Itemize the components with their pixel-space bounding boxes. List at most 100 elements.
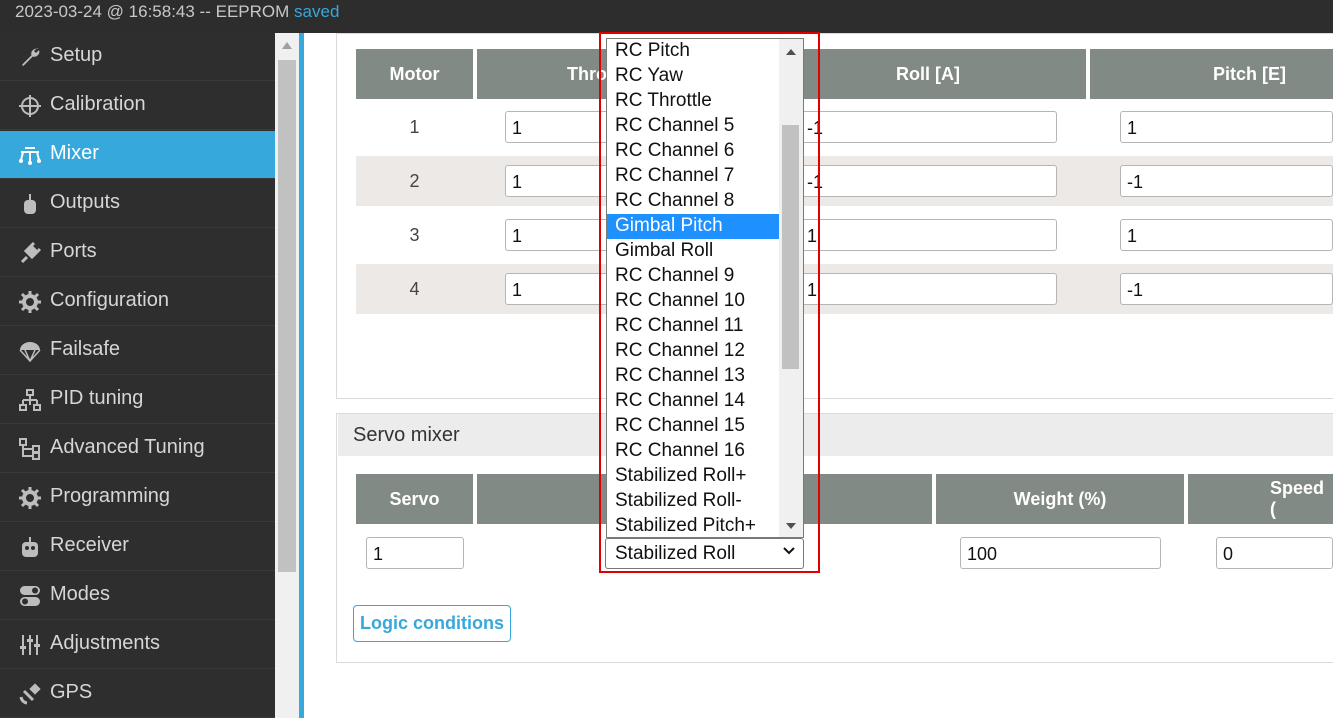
dropdown-option[interactable]: Stabilized Roll- xyxy=(607,489,779,514)
sidebar-item-adjustments[interactable]: Adjustments xyxy=(0,621,275,669)
sidebar-item-label: PID tuning xyxy=(50,387,144,409)
sidebar-item-label: Outputs xyxy=(50,191,121,213)
dropdown-option[interactable]: RC Channel 5 xyxy=(607,114,779,139)
status-saved: saved xyxy=(294,2,340,21)
mixer-icon xyxy=(19,147,41,165)
pitch-input[interactable]: -1 xyxy=(1120,165,1333,197)
motor-number: 4 xyxy=(409,279,420,299)
sidebar-item-label: Ports xyxy=(50,240,97,262)
pitch-input[interactable]: -1 xyxy=(1120,273,1333,305)
sidebar: Setup Calibration Mixer Outputs Ports Co… xyxy=(0,33,275,718)
dropdown-option[interactable]: RC Channel 13 xyxy=(607,364,779,389)
sidebar-item-modes[interactable]: Modes xyxy=(0,572,275,620)
sidebar-item-label: Receiver xyxy=(50,534,129,556)
crosshair-icon xyxy=(19,95,41,117)
gear-icon xyxy=(19,487,41,509)
flow-icon xyxy=(19,438,40,460)
sidebar-item-mixer[interactable]: Mixer xyxy=(0,131,275,179)
dropdown-option[interactable]: RC Channel 8 xyxy=(607,189,779,214)
sidebar-item-configuration[interactable]: Configuration xyxy=(0,278,275,326)
speed-col-header: Speed ( xyxy=(1188,474,1333,524)
page-scrollbar[interactable] xyxy=(275,33,299,718)
dropdown-option[interactable]: RC Channel 11 xyxy=(607,314,779,339)
logic-conditions-button[interactable]: Logic conditions xyxy=(353,605,511,642)
dropdown-scrollbar-thumb[interactable] xyxy=(782,125,799,369)
toggle-icon xyxy=(20,586,40,606)
dropdown-option[interactable]: RC Channel 16 xyxy=(607,439,779,464)
tree-icon xyxy=(19,389,41,411)
dropdown-option[interactable]: Stabilized Roll+ xyxy=(607,464,779,489)
plug-icon xyxy=(20,242,41,264)
scrollbar-thumb[interactable] xyxy=(278,60,296,572)
dropdown-option[interactable]: RC Pitch xyxy=(607,39,779,64)
sidebar-item-receiver[interactable]: Receiver xyxy=(0,523,275,571)
roll-input[interactable]: 1 xyxy=(800,273,1057,305)
dropdown-option[interactable]: Stabilized Pitch+ xyxy=(607,514,779,537)
pitch-col-header: Pitch [E] xyxy=(1090,49,1333,99)
servo-mixer-title: Servo mixer xyxy=(338,414,1333,456)
roll-col-header: Roll [A] xyxy=(770,49,1086,99)
dropdown-option[interactable]: RC Yaw xyxy=(607,64,779,89)
scroll-down-arrow-icon[interactable] xyxy=(786,523,796,529)
sidebar-item-programming[interactable]: Programming xyxy=(0,474,275,522)
pitch-input[interactable]: 1 xyxy=(1120,219,1333,251)
dropdown-option[interactable]: RC Channel 10 xyxy=(607,289,779,314)
source-dropdown-list[interactable]: RC Pitch RC Yaw RC Throttle RC Channel 5… xyxy=(606,38,804,538)
weight-col-header: Weight (%) xyxy=(936,474,1184,524)
sidebar-item-label: Adjustments xyxy=(50,632,161,654)
servo-col-header: Servo xyxy=(356,474,473,524)
chevron-down-icon xyxy=(783,547,795,555)
sidebar-item-setup[interactable]: Setup xyxy=(0,33,275,81)
sidebar-item-label: Mixer xyxy=(50,142,99,164)
sidebar-item-label: Calibration xyxy=(50,93,146,115)
servo-number-input[interactable]: 1 xyxy=(366,537,464,569)
dropdown-scrollbar[interactable] xyxy=(779,39,803,537)
sidebar-item-label: Configuration xyxy=(50,289,169,311)
sliders-icon xyxy=(20,635,40,655)
speed-input[interactable]: 0 xyxy=(1216,537,1333,569)
wrench-icon xyxy=(22,48,40,66)
sidebar-item-calibration[interactable]: Calibration xyxy=(0,82,275,130)
dropdown-option[interactable]: RC Channel 6 xyxy=(607,139,779,164)
roll-input[interactable]: -1 xyxy=(800,111,1057,143)
status-bar: 2023-03-24 @ 16:58:43 -- EEPROM saved xyxy=(0,0,1333,33)
scroll-up-arrow-icon[interactable] xyxy=(282,42,292,49)
dropdown-option[interactable]: RC Channel 7 xyxy=(607,164,779,189)
sidebar-item-outputs[interactable]: Outputs xyxy=(0,180,275,228)
sidebar-item-gps[interactable]: GPS xyxy=(0,670,275,718)
sidebar-item-label: Failsafe xyxy=(50,338,121,360)
sidebar-item-label: GPS xyxy=(50,681,93,703)
sidebar-item-pid-tuning[interactable]: PID tuning xyxy=(0,376,275,424)
sidebar-item-label: Modes xyxy=(50,583,111,605)
dropdown-option[interactable]: RC Channel 9 xyxy=(607,264,779,289)
robot-icon xyxy=(22,537,38,557)
sidebar-item-advanced-tuning[interactable]: Advanced Tuning xyxy=(0,425,275,473)
gear-icon xyxy=(19,291,41,313)
sidebar-item-label: Setup xyxy=(50,44,103,66)
motor-number: 2 xyxy=(409,171,420,191)
motor-icon xyxy=(24,194,36,214)
sidebar-item-failsafe[interactable]: Failsafe xyxy=(0,327,275,375)
sidebar-item-label: Advanced Tuning xyxy=(50,436,205,458)
dropdown-option[interactable]: RC Throttle xyxy=(607,89,779,114)
source-select-value: Stabilized Roll xyxy=(615,543,736,564)
dropdown-option-highlighted[interactable]: Gimbal Pitch xyxy=(607,214,779,239)
dropdown-option[interactable]: RC Channel 15 xyxy=(607,414,779,439)
source-select[interactable]: Stabilized Roll xyxy=(605,538,804,569)
dropdown-option[interactable]: Gimbal Roll xyxy=(607,239,779,264)
dropdown-option[interactable]: RC Channel 14 xyxy=(607,389,779,414)
roll-input[interactable]: -1 xyxy=(800,165,1057,197)
status-datetime: 2023-03-24 @ 16:58:43 -- EEPROM xyxy=(15,2,290,21)
motor-col-header: Motor xyxy=(356,49,473,99)
dropdown-option[interactable]: RC Channel 12 xyxy=(607,339,779,364)
roll-input[interactable]: 1 xyxy=(800,219,1057,251)
pitch-input[interactable]: 1 xyxy=(1120,111,1333,143)
parachute-icon xyxy=(19,342,41,362)
motor-number: 1 xyxy=(409,117,420,137)
weight-input[interactable]: 100 xyxy=(960,537,1161,569)
sidebar-item-ports[interactable]: Ports xyxy=(0,229,275,277)
satellite-icon xyxy=(19,683,41,705)
scroll-up-arrow-icon[interactable] xyxy=(786,49,796,55)
motor-number: 3 xyxy=(409,225,420,245)
sidebar-item-label: Programming xyxy=(50,485,171,507)
